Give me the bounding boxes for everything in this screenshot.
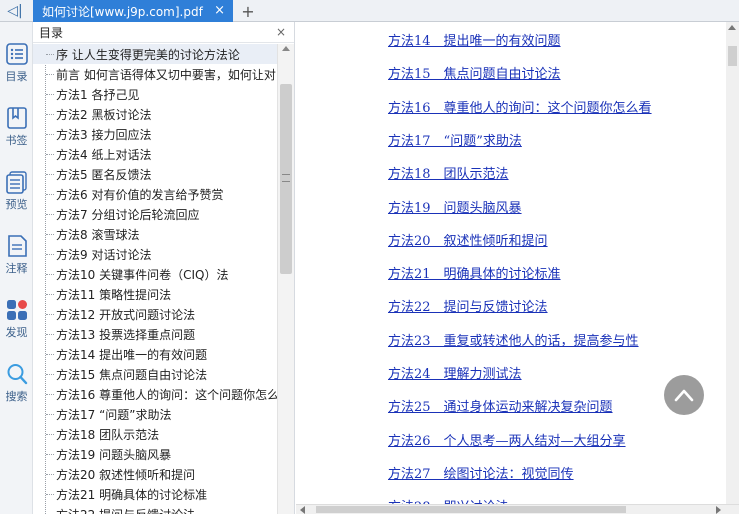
toc-item[interactable]: 方法7 分组讨论后轮流回应 [33,204,277,224]
document-view: 方法14 提出唯一的有效问题 方法15 焦点问题自由讨论法方法16 尊重他人的询问… [296,22,739,514]
scroll-right-icon[interactable] [716,506,721,514]
document-chapter-link[interactable]: 方法22 提问与反馈讨论法 [388,296,548,315]
document-tab-title: 如何讨论[www.j9p.com].pdf [42,4,203,19]
toc-item[interactable]: 方法15 焦点问题自由讨论法 [33,364,277,384]
preview-pages-icon [5,171,27,194]
document-chapter-link[interactable]: 方法15 焦点问题自由讨论法 [388,63,561,82]
toc-list-icon [5,43,28,65]
back-to-top-button[interactable] [664,375,704,415]
document-chapter-link[interactable]: 方法17 “问题”求助法 [388,130,522,149]
scroll-grip-icon [282,174,290,182]
tool-toc[interactable]: 目录 [0,38,33,90]
document-chapter-link[interactable]: 方法20 叙述性倾听和提问 [388,230,548,249]
document-chapter-link[interactable]: 方法14 提出唯一的有效问题 [388,30,561,49]
toc-item[interactable]: 方法17 “问题”求助法 [33,404,277,424]
collapse-panel-button[interactable]: ◁| [0,0,30,22]
toc-item[interactable]: 方法21 明确具体的讨论标准 [33,484,277,504]
toc-item[interactable]: 方法18 团队示范法 [33,424,277,444]
document-chapter-link[interactable]: 方法25 通过身体运动来解决复杂问题 [388,396,613,415]
toc-item[interactable]: 方法6 对有价值的发言给予赞赏 [33,184,277,204]
tool-search[interactable]: 搜索 [0,358,33,410]
document-chapter-link[interactable]: 方法28 即兴讨论法 [388,496,509,504]
tool-preview[interactable]: 预览 [0,166,33,218]
tab-bar: ◁| 如何讨论[www.j9p.com].pdf × + [0,0,739,22]
tool-label: 预览 [5,198,28,211]
toc-scrollbar[interactable] [277,44,294,514]
document-horizontal-scrollbar[interactable] [296,504,739,514]
toc-item[interactable]: 方法14 提出唯一的有效问题 [33,344,277,364]
toc-item[interactable]: 序 让人生变得更完美的讨论方法论 [33,44,277,64]
search-icon [7,364,27,385]
new-tab-button[interactable]: + [238,0,258,22]
document-chapter-link[interactable]: 方法18 团队示范法 [388,163,509,182]
toc-item[interactable]: 方法20 叙述性倾听和提问 [33,464,277,484]
tool-discover[interactable]: 发现 [0,294,33,346]
toc-item[interactable]: 方法13 投票选择重点问题 [33,324,277,344]
scroll-left-icon[interactable] [300,506,305,514]
toc-panel: 目录 × 序 让人生变得更完美的讨论方法论 前言 如何言语得体又切中要害，如何让对… [33,22,295,514]
document-vertical-scrollbar[interactable] [726,22,739,504]
toc-item[interactable]: 方法5 匿名反馈法 [33,164,277,184]
tool-label: 搜索 [5,390,28,403]
tool-bookmark[interactable]: 书签 [0,102,33,154]
tool-annotation[interactable]: 注释 [0,230,33,282]
document-page: 方法14 提出唯一的有效问题 方法15 焦点问题自由讨论法方法16 尊重他人的询问… [296,22,726,504]
document-chapter-link[interactable]: 方法21 明确具体的讨论标准 [388,263,561,282]
tool-label: 注释 [5,262,28,275]
document-chapter-link[interactable]: 方法24 理解力测试法 [388,363,522,382]
toc-item[interactable]: 方法2 黑板讨论法 [33,104,277,124]
toc-item[interactable]: 方法8 滚雪球法 [33,224,277,244]
document-chapter-link[interactable]: 方法27 绘图讨论法：视觉同传 [388,463,574,482]
toc-item[interactable]: 方法12 开放式问题讨论法 [33,304,277,324]
document-tab[interactable]: 如何讨论[www.j9p.com].pdf × [33,0,233,22]
toc-item[interactable]: 方法16 尊重他人的询问：这个问题你怎么 [33,384,277,404]
tool-label: 书签 [5,134,28,147]
toc-item[interactable]: 方法19 问题头脑风暴 [33,444,277,464]
toc-item[interactable]: 方法10 关键事件问卷（CIQ）法 [33,264,277,284]
toc-item[interactable]: 方法1 各抒己见 [33,84,277,104]
toc-item[interactable]: 前言 如何言语得体又切中要害，如何让对 [33,64,277,84]
discover-apps-icon [6,300,27,320]
toc-item[interactable]: 方法4 纸上对话法 [33,144,277,164]
toc-header: 目录 × [33,22,294,43]
annotation-icon [7,235,27,257]
document-chapter-link[interactable]: 方法16 尊重他人的询问：这个问题你怎么看 [388,97,652,116]
toc-title: 目录 [39,25,64,40]
tool-label: 发现 [5,326,28,339]
left-toolbar: 目录 书签 预览 注释 发现 搜索 [0,22,33,514]
document-scroll-thumb[interactable] [728,46,737,66]
toc-item[interactable]: 方法3 接力回应法 [33,124,277,144]
close-toc-icon[interactable]: × [276,25,286,39]
toc-item[interactable]: 方法9 对话讨论法 [33,244,277,264]
toc-item[interactable]: 方法11 策略性提问法 [33,284,277,304]
document-chapter-link[interactable]: 方法26 个人思考—两人结对—大组分享 [388,430,626,449]
scroll-up-icon[interactable] [728,25,736,30]
close-tab-icon[interactable]: × [214,3,225,18]
chevron-up-icon [674,389,694,402]
toc-list: 序 让人生变得更完美的讨论方法论 前言 如何言语得体又切中要害，如何让对 方法1 各… [33,44,277,514]
toc-item[interactable]: 方法22 提问与反馈讨论法 [33,504,277,514]
document-chapter-link[interactable]: 方法23 重复或转述他人的话，提高参与性 [388,330,639,349]
scroll-up-icon[interactable] [282,46,290,51]
tool-label: 目录 [5,70,28,83]
document-hscroll-thumb[interactable] [316,506,626,513]
document-chapter-link[interactable]: 方法19 问题头脑风暴 [388,197,522,216]
bookmark-icon [6,107,27,129]
